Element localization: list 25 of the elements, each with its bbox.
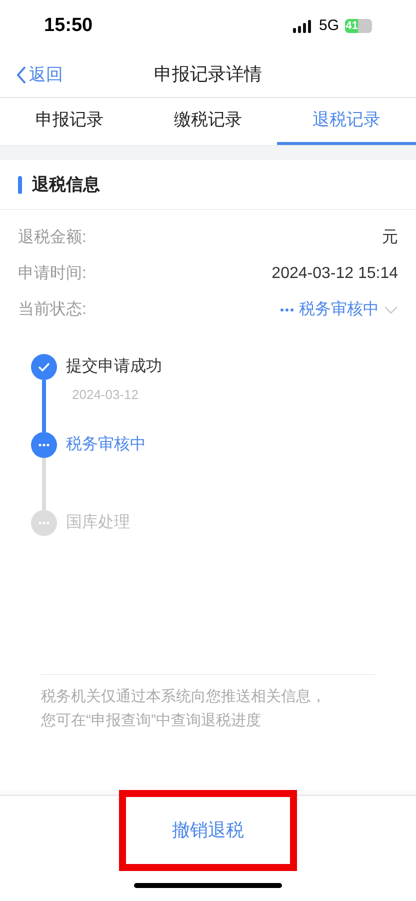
battery-indicator: 41 [345,19,372,33]
signal-icon [292,20,313,32]
tab[interactable]: 申报记录 [0,98,139,145]
status-time: 15:50 [44,14,93,38]
field-value: 2024-03-12 15:14 [272,264,398,284]
cancel-refund-button[interactable]: 撤销退税 [164,813,252,848]
page-title: 申报记录详情 [154,63,262,86]
step-title: 提交申请成功 [66,356,162,377]
section-title: 退税信息 [32,174,100,196]
section-marker [18,176,22,194]
step-title: 税务审核中 [66,434,146,455]
field-label: 退税金额: [18,228,86,248]
field-label: 当前状态: [18,300,86,320]
tab[interactable]: 缴税记录 [138,98,278,145]
network-label: 5G [318,16,339,36]
dots-icon [280,308,294,312]
chevron-left-icon [16,66,27,84]
field-label: 申请时间: [18,264,86,284]
step-date: 2024-03-12 [71,386,140,404]
info-note: 税务机关仅通过本系统向您推送相关信息，您可在“申报查询”中查询退税进度 [41,687,327,731]
chevron-down-icon [384,306,398,314]
field-value: 元 [382,228,398,248]
back-button[interactable]: 返回 [0,62,63,88]
step-title: 国库处理 [66,512,130,533]
status-dropdown[interactable]: 税务审核中 [280,298,398,322]
